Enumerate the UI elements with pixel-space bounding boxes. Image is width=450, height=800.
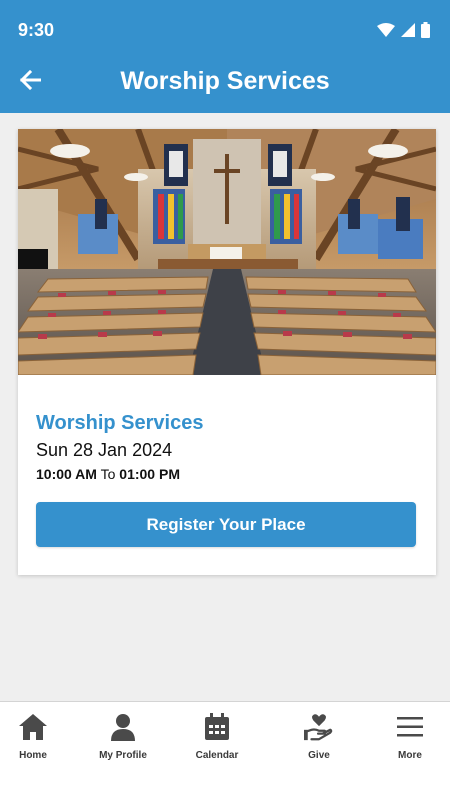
nav-item-give[interactable]: Give [274, 712, 364, 772]
event-time: 10:00 AM To 01:00 PM [36, 465, 416, 483]
nav-label-give: Give [308, 750, 330, 761]
event-date: Sun 28 Jan 2024 [36, 440, 173, 460]
church-interior-image [18, 129, 436, 375]
event-title: Worship Services [36, 412, 204, 434]
page-title: Worship Services [120, 67, 330, 95]
home-icon [18, 712, 48, 742]
bottom-nav: Home My Profile Calendar Give More [0, 701, 450, 800]
battery-icon [421, 22, 430, 38]
signal-icon [401, 23, 415, 37]
event-start-time: 10:00 AM [36, 466, 97, 482]
nav-item-calendar[interactable]: Calendar [172, 712, 262, 772]
header: 9:30 Worship Services [0, 0, 450, 113]
nav-item-my-profile[interactable]: My Profile [78, 712, 168, 772]
nav-label-my-profile: My Profile [99, 750, 147, 761]
nav-label-home: Home [19, 750, 47, 761]
nav-item-more[interactable]: More [365, 712, 450, 772]
status-icons [377, 22, 430, 38]
register-button[interactable]: Register Your Place [36, 502, 416, 547]
calendar-icon [202, 712, 232, 742]
wifi-icon [377, 23, 395, 37]
menu-icon [395, 712, 425, 742]
nav-label-more: More [398, 750, 422, 761]
status-bar: 9:30 [0, 0, 450, 60]
event-end-time: 01:00 PM [119, 466, 180, 482]
event-time-separator: To [100, 466, 116, 482]
event-details: Worship Services Sun 28 Jan 2024 10:00 A… [36, 411, 416, 483]
app-bar: Worship Services [0, 60, 450, 113]
person-icon [108, 712, 138, 742]
status-time: 9:30 [18, 20, 55, 40]
hand-heart-icon [304, 712, 334, 742]
nav-item-home[interactable]: Home [0, 712, 78, 772]
event-card[interactable]: Worship Services Sun 28 Jan 2024 10:00 A… [18, 129, 436, 575]
nav-label-calendar: Calendar [195, 750, 239, 761]
